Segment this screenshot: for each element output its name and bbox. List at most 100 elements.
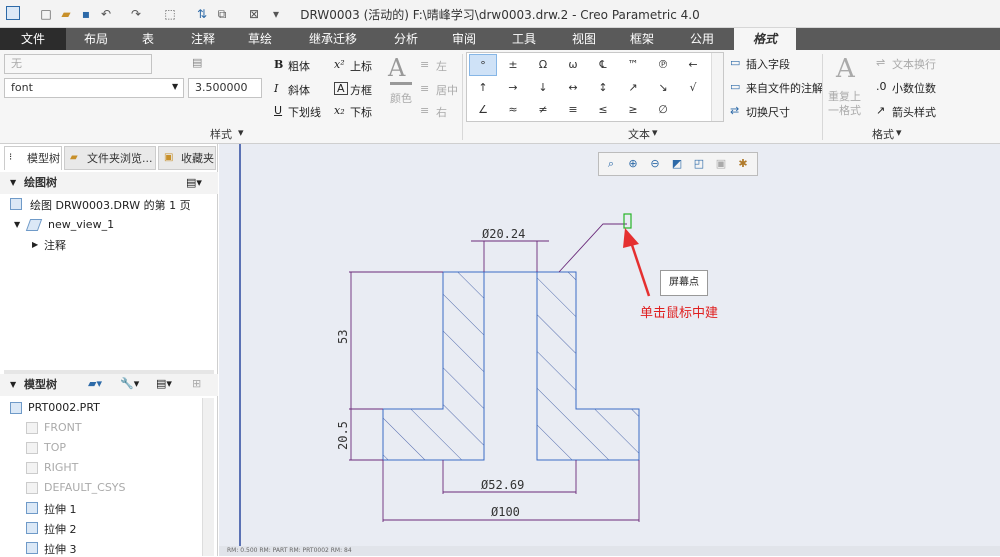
bold-icon[interactable]: B <box>274 58 283 71</box>
dim-top[interactable]: Ø20.24 <box>482 227 525 241</box>
symbol-approx[interactable]: ≈ <box>499 99 527 121</box>
tab-table[interactable]: 表 <box>124 28 172 50</box>
display-style-icon[interactable]: ◰ <box>691 156 707 172</box>
show-icon[interactable]: ▰▾ <box>88 377 102 390</box>
align-right-button[interactable]: 右 <box>436 104 447 120</box>
collapse-icon[interactable]: ▼ <box>10 178 16 187</box>
tab-legacy-migration[interactable]: 继承迁移 <box>292 28 374 50</box>
symbol-trademark[interactable]: ™ <box>619 54 647 76</box>
tab-model-tree[interactable]: 模型树 <box>4 146 62 170</box>
symbol-arrow-right[interactable]: → <box>499 77 527 99</box>
settings-icon[interactable]: ▤▾ <box>156 377 172 390</box>
extrude-2-item[interactable]: 拉伸 2 <box>44 521 77 537</box>
italic-icon[interactable]: I <box>274 82 278 95</box>
symbol-arrow-left[interactable]: ← <box>679 54 707 76</box>
text-group-label[interactable]: 文本 <box>628 126 650 142</box>
align-center-button[interactable]: 居中 <box>436 82 458 98</box>
dim-bottom[interactable]: Ø100 <box>491 505 520 519</box>
datum-top-item[interactable]: TOP <box>44 441 66 454</box>
box-button[interactable]: 方框 <box>350 82 372 98</box>
symbol-degree[interactable]: ° <box>469 54 497 76</box>
tab-annotate[interactable]: 注释 <box>176 28 230 50</box>
tab-view[interactable]: 视图 <box>558 28 610 50</box>
symbol-plus-minus[interactable]: ± <box>499 54 527 76</box>
arrow-style-button[interactable]: 箭头样式 <box>892 104 936 120</box>
color-icon[interactable]: A <box>388 54 405 82</box>
color-button[interactable]: 颜色 <box>390 90 412 106</box>
symbol-greater-equal[interactable]: ≥ <box>619 99 647 121</box>
datum-display-icon[interactable]: ✱ <box>735 156 751 172</box>
format-group-label[interactable]: 格式 <box>872 126 894 142</box>
decimal-places-button[interactable]: 小数位数 <box>892 80 936 96</box>
repeat-last-format-button[interactable]: 重复上一格式 <box>828 90 864 118</box>
superscript-icon[interactable]: x² <box>334 58 345 71</box>
symbol-identical[interactable]: ≡ <box>559 99 587 121</box>
view-item[interactable]: new_view_1 <box>48 218 114 231</box>
expand-icon[interactable]: ▼ <box>14 220 20 229</box>
symbol-sqrt[interactable]: √ <box>679 77 707 99</box>
repeat-format-icon[interactable]: A <box>836 54 855 84</box>
tools-icon[interactable]: 🔧▾ <box>120 377 139 390</box>
zoom-out-icon[interactable]: ⊖ <box>647 156 663 172</box>
chevron-down-icon[interactable]: ▼ <box>172 82 178 91</box>
note-from-file-button[interactable]: 来自文件的注解 <box>746 80 823 96</box>
symbol-arrow-lr[interactable]: ↔ <box>559 77 587 99</box>
symbol-arrow-up[interactable]: ↑ <box>469 77 497 99</box>
tab-format[interactable]: 格式 <box>734 28 796 50</box>
zoom-in-icon[interactable]: ⊕ <box>625 156 641 172</box>
insert-field-button[interactable]: 插入字段 <box>746 56 790 72</box>
model-tree-header[interactable]: 模型树 <box>0 374 218 396</box>
csys-item[interactable]: DEFAULT_CSYS <box>44 481 126 494</box>
datum-front-item[interactable]: FRONT <box>44 421 82 434</box>
symbol-arrow-ud[interactable]: ↕ <box>589 77 617 99</box>
toggle-dim-button[interactable]: 切换尺寸 <box>746 104 790 120</box>
symbol-scrollbar[interactable] <box>711 53 723 121</box>
drawing-canvas[interactable]: Ø20.24 53 20.5 Ø52.69 Ø100 <box>219 144 1000 546</box>
part-item[interactable]: PRT0002.PRT <box>28 401 100 414</box>
tab-common[interactable]: 公用 <box>676 28 728 50</box>
model-tree-scrollbar[interactable] <box>202 398 214 556</box>
symbol-arrow-se[interactable]: ↘ <box>649 77 677 99</box>
italic-button[interactable]: 斜体 <box>288 82 310 98</box>
subscript-icon[interactable]: x₂ <box>334 104 345 117</box>
dim-mid[interactable]: Ø52.69 <box>481 478 524 492</box>
symbol-arrow-ne[interactable]: ↗ <box>619 77 647 99</box>
style-group-label[interactable]: 样式 <box>210 126 232 142</box>
zoom-fit-icon[interactable]: ⌕ <box>603 156 619 172</box>
symbol-diameter[interactable]: ∅ <box>649 99 677 121</box>
tree-settings-icon[interactable]: ▤▾ <box>186 176 202 189</box>
tab-review[interactable]: 审阅 <box>440 28 488 50</box>
repaint-icon[interactable]: ◩ <box>669 156 685 172</box>
tab-analysis[interactable]: 分析 <box>380 28 432 50</box>
symbol-less-equal[interactable]: ≤ <box>589 99 617 121</box>
extrude-3-item[interactable]: 拉伸 3 <box>44 541 77 557</box>
symbol-not-equal[interactable]: ≠ <box>529 99 557 121</box>
style-copy-icon[interactable]: ▤ <box>192 56 202 69</box>
extrude-1-item[interactable]: 拉伸 1 <box>44 501 77 517</box>
datum-right-item[interactable]: RIGHT <box>44 461 78 474</box>
subscript-button[interactable]: 下标 <box>350 104 372 120</box>
dim-left-top[interactable]: 53 <box>336 330 350 344</box>
bold-button[interactable]: 粗体 <box>288 58 310 74</box>
symbol-p[interactable]: ℗ <box>649 54 677 76</box>
symbol-centerline[interactable]: ℄ <box>589 54 617 76</box>
tab-frame[interactable]: 框架 <box>616 28 668 50</box>
tab-tools[interactable]: 工具 <box>498 28 550 50</box>
layers-icon[interactable]: ▣ <box>713 156 729 172</box>
underline-icon[interactable]: U <box>274 104 282 117</box>
symbol-arrow-down[interactable]: ↓ <box>529 77 557 99</box>
style-select[interactable]: 无 <box>4 54 152 74</box>
collapse-icon[interactable]: ▼ <box>10 380 16 389</box>
superscript-button[interactable]: 上标 <box>350 58 372 74</box>
tab-layout[interactable]: 布局 <box>70 28 122 50</box>
text-wrap-button[interactable]: 文本换行 <box>892 56 936 72</box>
font-select[interactable]: font <box>4 78 184 98</box>
symbol-omega[interactable]: ω <box>559 54 587 76</box>
symbol-ohm[interactable]: Ω <box>529 54 557 76</box>
box-icon[interactable]: A <box>334 82 348 95</box>
text-height-input[interactable]: 3.500000 <box>188 78 262 98</box>
underline-button[interactable]: 下划线 <box>288 104 321 120</box>
tab-file[interactable]: 文件 <box>0 28 66 50</box>
drawing-sheet-item[interactable]: 绘图 DRW0003.DRW 的第 1 页 <box>30 197 191 213</box>
tab-sketch[interactable]: 草绘 <box>234 28 286 50</box>
